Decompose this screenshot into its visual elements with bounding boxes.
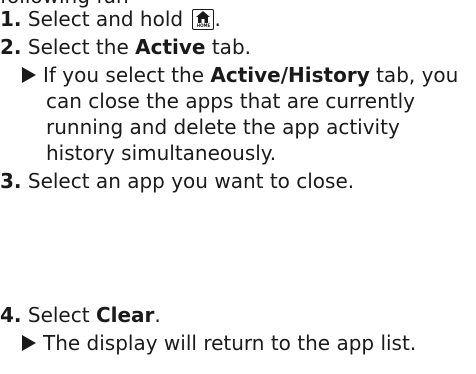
step-3: 3. Select an app you want to close. [0,168,354,194]
step-2: 2. Select the Active tab. [0,35,251,59]
step-number: 2. [0,35,22,59]
step-number: 1. [0,7,22,31]
tab-name: Active/History [210,63,370,87]
house-icon [196,11,211,23]
tab-name: Active [135,35,206,59]
step-2-note-line-1: If you select the Active/History tab, yo… [22,62,458,88]
home-button-icon: HOME [192,9,215,30]
step-4-note: The display will return to the app list. [22,330,416,356]
step-text: Select and hold [27,7,184,31]
step-2-note-line-4: history simultaneously. [46,141,277,165]
step-text: Select an app you want to close. [27,169,355,193]
step-1: 1. Select and hold HOME . [0,6,221,32]
step-4: 4. Select Clear. [0,303,161,327]
triangle-bullet-icon [22,67,36,83]
step-2-note-line-3: running and delete the app activity [46,115,400,139]
step-suffix: . [214,7,221,31]
button-name: Clear [95,303,155,327]
triangle-bullet-icon [22,335,36,351]
step-number: 3. [0,169,22,193]
step-number: 4. [0,303,22,327]
step-2-note-line-2: can close the apps that are currently [46,89,415,113]
home-label: HOME [196,23,211,28]
